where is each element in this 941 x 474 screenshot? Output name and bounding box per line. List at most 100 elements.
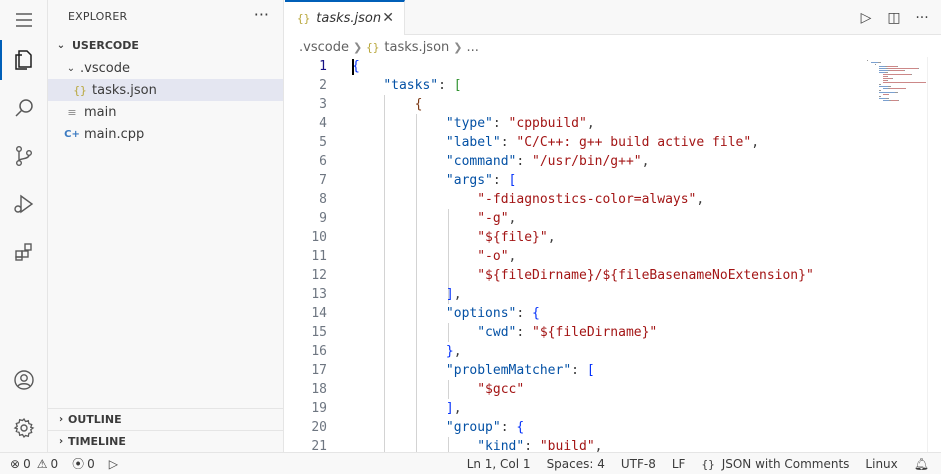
- chevron-down-icon: ⌄: [66, 62, 76, 74]
- tree-item-main-cpp[interactable]: C+ main.cpp: [48, 123, 283, 145]
- code-token: "group": [445, 420, 501, 435]
- breadcrumb-folder[interactable]: .vscode: [299, 40, 349, 55]
- code-editor[interactable]: 1 2 3 4 5 6 7 8 9 10 11 12 13 14 15 16 17 18 19 20 21 { "tas…: [285, 57, 941, 452]
- more-actions-icon[interactable]: ···: [254, 5, 269, 24]
- manage-gear-icon[interactable]: [0, 408, 48, 448]
- line-number: 14: [311, 306, 327, 321]
- ports-status[interactable]: ⦿ 0: [72, 455, 95, 472]
- language-mode[interactable]: {} JSON with Comments: [701, 457, 849, 471]
- menu-icon[interactable]: [0, 0, 48, 40]
- code-line[interactable]: "${file}",: [352, 228, 556, 247]
- minimap-token: [887, 76, 888, 77]
- code-line[interactable]: "label": "C/C++: g++ build active file",: [352, 133, 759, 152]
- tree-item-vscode-folder[interactable]: ⌄ .vscode: [48, 57, 283, 79]
- workspace-name: USERCODE: [72, 39, 139, 52]
- text-cursor: [352, 59, 354, 75]
- breadcrumb-more[interactable]: ...: [467, 40, 479, 55]
- code-line[interactable]: "kind": "build",: [352, 437, 602, 452]
- workspace-section-header[interactable]: ⌄ USERCODE: [54, 39, 139, 52]
- code-line[interactable]: "tasks": [: [352, 76, 461, 95]
- line-number: 2: [319, 78, 327, 93]
- code-token: "$gcc": [477, 382, 525, 397]
- code-token: ,: [547, 230, 556, 245]
- problems-status[interactable]: ⊗ 0 ⚠ 0: [10, 457, 58, 471]
- code-line[interactable]: "cwd": "${fileDirname}": [352, 323, 657, 342]
- minimap-token: [892, 78, 893, 79]
- cursor-position[interactable]: Ln 1, Col 1: [467, 457, 531, 471]
- code-line[interactable]: {: [352, 95, 423, 114]
- code-line[interactable]: "type": "cppbuild",: [352, 114, 595, 133]
- search-icon[interactable]: [0, 88, 48, 128]
- line-number: 17: [311, 363, 327, 378]
- code-line[interactable]: "group": {: [352, 418, 524, 437]
- extensions-icon[interactable]: [0, 232, 48, 272]
- sidebar-title: EXPLORER: [68, 10, 128, 23]
- run-debug-icon[interactable]: [0, 184, 48, 224]
- json-language-icon: {}: [701, 457, 715, 471]
- vertical-scrollbar[interactable]: [927, 57, 941, 452]
- explorer-icon[interactable]: [0, 40, 48, 80]
- debug-launch-status[interactable]: ▷: [109, 457, 118, 471]
- tree-item-tasks-json[interactable]: {} tasks.json: [48, 79, 283, 101]
- warning-icon: ⚠: [36, 456, 48, 471]
- minimap-token: [890, 70, 904, 71]
- minimap-token: [880, 96, 881, 97]
- json-file-icon: {}: [366, 40, 380, 54]
- minimap-token: [887, 80, 888, 81]
- bell-icon[interactable]: 🔔︎: [914, 457, 929, 471]
- account-icon[interactable]: [0, 360, 48, 400]
- code-line[interactable]: "-o",: [352, 247, 516, 266]
- close-icon[interactable]: ✕: [382, 10, 394, 26]
- code-token: "-g": [477, 211, 509, 226]
- code-line[interactable]: "args": [: [352, 171, 516, 190]
- minimap-token: [890, 88, 906, 89]
- code-line[interactable]: },: [352, 342, 462, 361]
- code-line[interactable]: ],: [352, 399, 462, 418]
- code-line[interactable]: "problemMatcher": [: [352, 361, 595, 380]
- code-line[interactable]: "-g",: [352, 209, 516, 228]
- minimap-token: [911, 74, 912, 75]
- timeline-section-header[interactable]: › TIMELINE: [48, 430, 283, 452]
- minimap-token: [883, 82, 926, 83]
- more-actions-icon[interactable]: ···: [913, 10, 931, 26]
- breadcrumb-file[interactable]: tasks.json: [384, 40, 449, 55]
- code-line[interactable]: "options": {: [352, 304, 540, 323]
- code-token: :: [516, 154, 533, 169]
- minimap[interactable]: [867, 57, 927, 117]
- code-token: :: [492, 116, 509, 131]
- error-count: 0: [23, 456, 31, 471]
- end-of-line[interactable]: LF: [672, 457, 686, 471]
- chevron-right-icon: ›: [58, 414, 64, 425]
- code-token: "kind": [477, 439, 525, 452]
- code-token: :: [571, 363, 587, 378]
- outline-section-header[interactable]: › OUTLINE: [48, 408, 283, 430]
- source-control-icon[interactable]: [0, 136, 48, 176]
- split-editor-icon[interactable]: ◫: [885, 10, 903, 26]
- indentation[interactable]: Spaces: 4: [547, 457, 605, 471]
- code-token: "options": [445, 306, 517, 321]
- code-line[interactable]: ],: [352, 285, 462, 304]
- code-line[interactable]: "command": "/usr/bin/g++",: [352, 152, 650, 171]
- code-line[interactable]: "$gcc": [352, 380, 524, 399]
- code-line[interactable]: "${fileDirname}/${fileBasenameNoExtensio…: [352, 266, 814, 285]
- code-token: ,: [696, 192, 705, 207]
- minimap-token: [879, 92, 895, 93]
- run-icon[interactable]: ▷: [857, 10, 875, 26]
- encoding[interactable]: UTF-8: [621, 457, 656, 471]
- os-indicator[interactable]: Linux: [865, 457, 897, 471]
- tree-item-main[interactable]: ≡ main: [48, 101, 283, 123]
- code-token: :: [438, 78, 454, 93]
- line-number: 6: [319, 154, 327, 169]
- tab-tasks-json[interactable]: {} tasks.json ✕: [285, 0, 405, 35]
- code-line[interactable]: "-fdiagnostics-color=always",: [352, 190, 704, 209]
- chevron-right-icon: ›: [58, 436, 64, 447]
- cpp-file-icon: C+: [64, 128, 80, 140]
- minimap-token: [898, 100, 899, 101]
- minimap-token: [888, 68, 918, 69]
- outline-label: OUTLINE: [68, 413, 122, 426]
